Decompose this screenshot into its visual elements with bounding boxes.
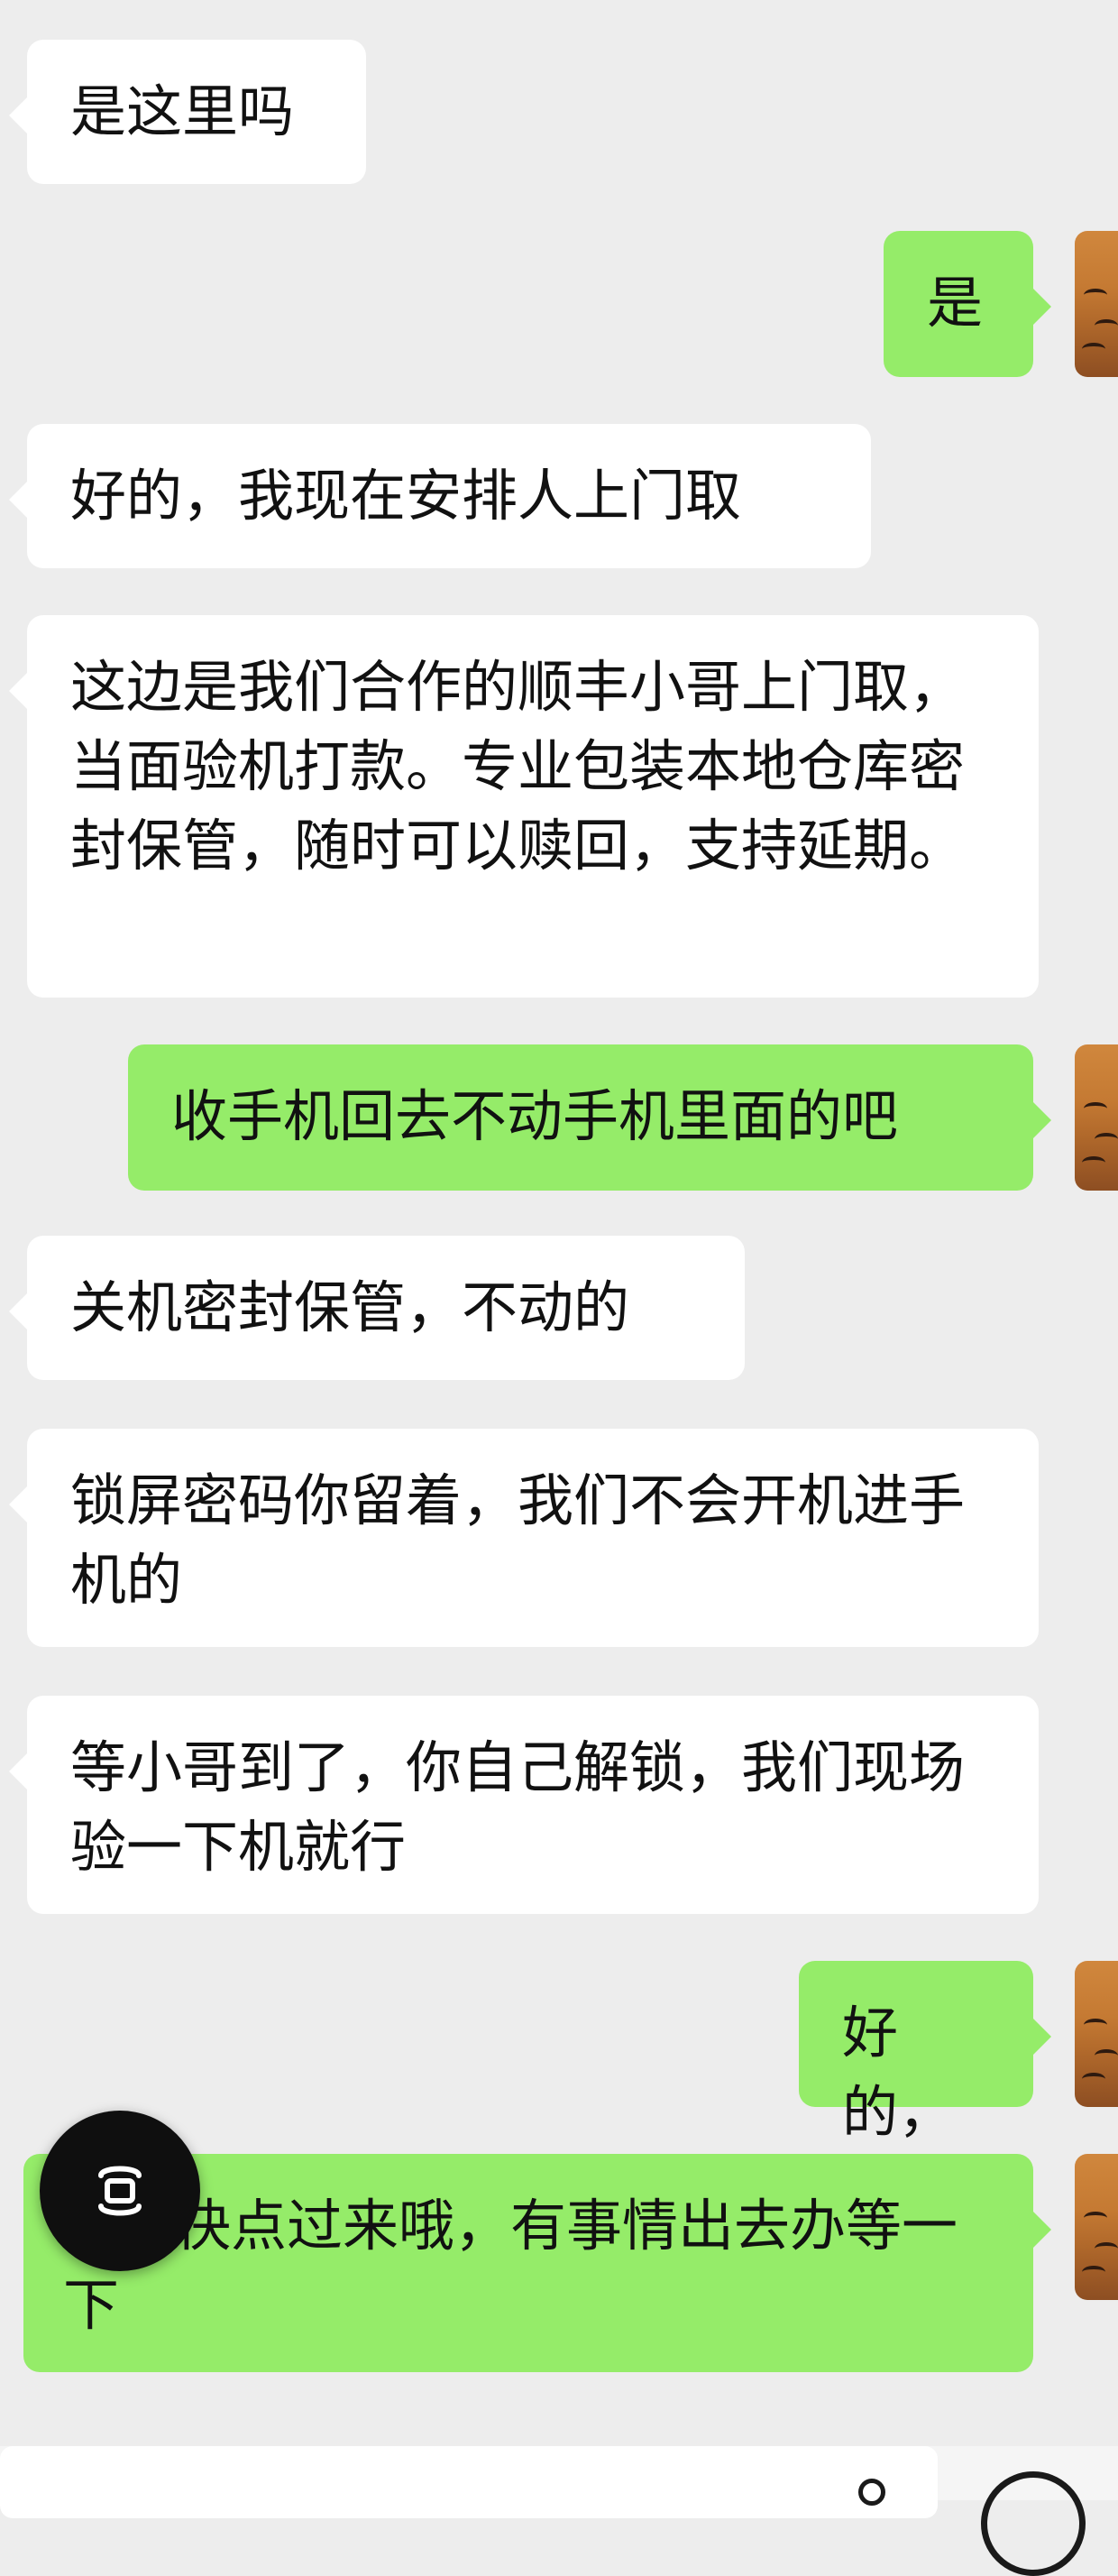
- message-text: 关机密封保管，不动的: [70, 1274, 630, 1340]
- chat-message-list[interactable]: 是这里吗 是 好的，我现在安排人上门取 这边是我们合作的顺丰小哥上门取，当面验机…: [0, 0, 1118, 2500]
- message-text: 这边是我们合作的顺丰小哥上门取，当面验机打款。专业包装本地仓库密封保管，随时可以…: [70, 654, 966, 879]
- message-text: 是: [927, 270, 984, 336]
- message-bubble-incoming[interactable]: 等小哥到了，你自己解锁，我们现场验一下机就行: [9, 1696, 1039, 1914]
- user-avatar[interactable]: [1075, 2154, 1118, 2300]
- message-bubble-outgoing[interactable]: 好的，: [799, 1961, 1051, 2145]
- message-text: 好的，我现在安排人上门取: [70, 463, 742, 529]
- message-text: 是这里吗: [70, 78, 295, 144]
- emoji-icon[interactable]: [981, 2471, 1086, 2576]
- user-avatar[interactable]: [1075, 231, 1118, 377]
- message-text: 尽量快点过来哦，有事情出去办等一下: [63, 2193, 958, 2338]
- message-bubble-incoming[interactable]: 是这里吗: [9, 40, 366, 184]
- message-text: 好的，: [842, 2000, 955, 2145]
- message-bubble-outgoing[interactable]: 是: [884, 231, 1051, 377]
- message-bubble-incoming[interactable]: 锁屏密码你留着，我们不会开机进手机的: [9, 1429, 1039, 1647]
- screen-capture-icon: [98, 2166, 142, 2216]
- message-text: 等小哥到了，你自己解锁，我们现场验一下机就行: [70, 1734, 966, 1880]
- message-bubble-incoming[interactable]: 这边是我们合作的顺丰小哥上门取，当面验机打款。专业包装本地仓库密封保管，随时可以…: [9, 615, 1039, 998]
- voice-icon[interactable]: [858, 2479, 885, 2506]
- floating-capture-button[interactable]: [40, 2111, 200, 2271]
- user-avatar[interactable]: [1075, 1961, 1118, 2107]
- message-bubble-incoming[interactable]: 好的，我现在安排人上门取: [9, 424, 871, 568]
- message-input-field[interactable]: [0, 2446, 938, 2518]
- user-avatar[interactable]: [1075, 1044, 1118, 1191]
- message-bubble-outgoing[interactable]: 收手机回去不动手机里面的吧: [128, 1044, 1051, 1191]
- message-bubble-incoming[interactable]: 关机密封保管，不动的: [9, 1236, 745, 1380]
- message-text: 锁屏密码你留着，我们不会开机进手机的: [70, 1467, 966, 1613]
- message-text: 收手机回去不动手机里面的吧: [171, 1083, 899, 1149]
